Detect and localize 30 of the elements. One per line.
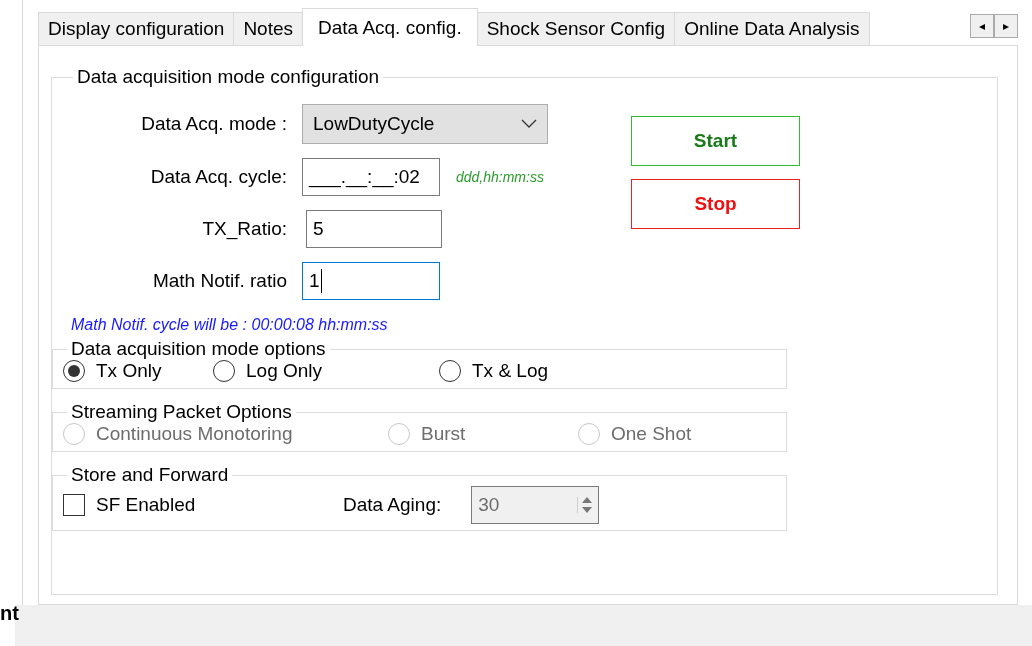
group-title: Streaming Packet Options <box>70 401 293 423</box>
radio-option[interactable]: Log Only <box>213 360 439 382</box>
tab[interactable]: Data Acq. config. <box>302 8 478 46</box>
input-field[interactable]: 1 <box>302 262 440 300</box>
mode-dropdown[interactable]: LowDutyCycle <box>302 104 548 144</box>
tab[interactable]: Notes <box>233 12 303 46</box>
start-button[interactable]: Start <box>631 116 800 166</box>
stop-button[interactable]: Stop <box>631 179 800 229</box>
group-title: Store and Forward <box>70 464 230 486</box>
radio-option[interactable]: Tx & Log <box>439 360 549 382</box>
field-label: Math Notif. ratio <box>151 270 287 292</box>
tab-scroll-button[interactable]: ◂ <box>970 14 994 38</box>
tab[interactable]: Online Data Analysis <box>674 12 870 46</box>
field-label: Data Acq. mode : <box>140 113 287 135</box>
input-field[interactable]: ___.__:__:02 <box>302 158 440 196</box>
field-label: Data Acq. cycle: <box>149 166 287 188</box>
cycle-note: Math Notif. cycle will be : 00:00:08 hh:mm:ss <box>71 316 389 334</box>
tab[interactable]: Display configuration <box>38 12 235 46</box>
input-field[interactable]: 5 <box>306 210 442 248</box>
radio-option[interactable]: Tx Only <box>63 360 213 382</box>
group-title: Data acquisition mode options <box>70 338 327 360</box>
field-label: TX_Ratio: <box>201 218 287 240</box>
group-title: Data acquisition mode configuration <box>76 66 381 88</box>
tab-scroll-button[interactable]: ▸ <box>994 14 1018 38</box>
format-hint: ddd,hh:mm:ss <box>456 169 544 185</box>
chevron-down-icon <box>521 119 537 129</box>
field-label: Data Aging: <box>343 494 442 516</box>
side-label: nt <box>0 602 19 625</box>
sf-checkbox[interactable]: SF Enabled <box>63 494 343 516</box>
tab[interactable]: Shock Sensor Config <box>476 12 676 46</box>
